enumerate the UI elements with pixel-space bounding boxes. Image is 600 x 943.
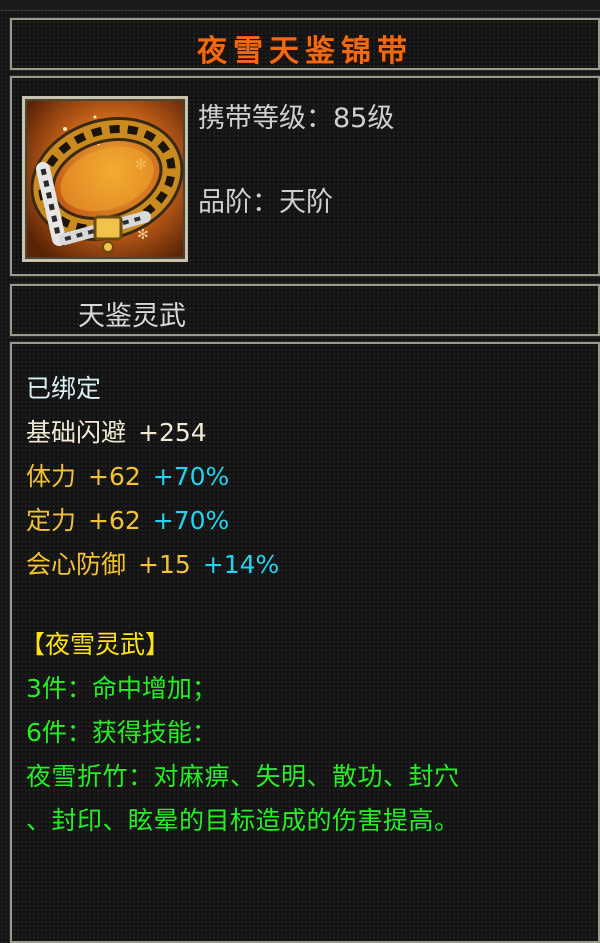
focus-row: 定力 +62 +70% bbox=[26, 506, 229, 536]
stamina-value: +62 bbox=[88, 462, 141, 491]
base-dodge-label: 基础闪避 bbox=[26, 418, 127, 447]
crit-defense-label: 会心防御 bbox=[26, 550, 127, 579]
golden-belt-icon: ✻ ✻ ✻ bbox=[22, 96, 188, 262]
set-bonus-6: 6件：获得技能： bbox=[26, 718, 217, 747]
item-info-panel: ✻ ✻ ✻ 携带等级：85级 品阶：天阶 bbox=[9, 75, 600, 277]
crit-defense-bonus: +14% bbox=[202, 550, 280, 579]
item-title: 夜雪天鉴锦带 bbox=[197, 34, 413, 69]
focus-label: 定力 bbox=[26, 506, 77, 535]
item-name-bar: 天鉴灵武 bbox=[9, 283, 600, 337]
set-name: 【夜雪灵武】 bbox=[20, 630, 171, 659]
top-strip bbox=[0, 0, 600, 11]
bound-status: 已绑定 bbox=[26, 374, 102, 403]
set-skill-line-2: 、封印、眩晕的目标造成的伤害提高。 bbox=[26, 806, 460, 835]
focus-bonus: +70% bbox=[152, 506, 230, 535]
set-bonus-3: 3件：命中增加； bbox=[26, 674, 217, 703]
focus-value: +62 bbox=[88, 506, 141, 535]
title-bar: 夜雪天鉴锦带 bbox=[9, 17, 600, 71]
item-name: 天鉴灵武 bbox=[78, 301, 186, 332]
set-skill-line-1: 夜雪折竹：对麻痹、失明、散功、封穴 bbox=[26, 762, 460, 791]
item-tooltip: 夜雪天鉴锦带 ✻ ✻ ✻ bbox=[0, 0, 600, 943]
item-grade: 品阶：天阶 bbox=[198, 187, 333, 218]
base-dodge-row: 基础闪避 +254 bbox=[26, 418, 207, 448]
stats-panel: 已绑定 基础闪避 +254 体力 +62 +70% 定力 +62 +70% 会心防御 +15… bbox=[9, 341, 600, 943]
stamina-bonus: +70% bbox=[152, 462, 230, 491]
base-dodge-value: +254 bbox=[138, 418, 207, 447]
crit-defense-row: 会心防御 +15 +14% bbox=[26, 550, 279, 580]
stamina-label: 体力 bbox=[26, 462, 77, 491]
required-level: 携带等级：85级 bbox=[198, 103, 395, 134]
stamina-row: 体力 +62 +70% bbox=[26, 462, 229, 492]
crit-defense-value: +15 bbox=[138, 550, 191, 579]
